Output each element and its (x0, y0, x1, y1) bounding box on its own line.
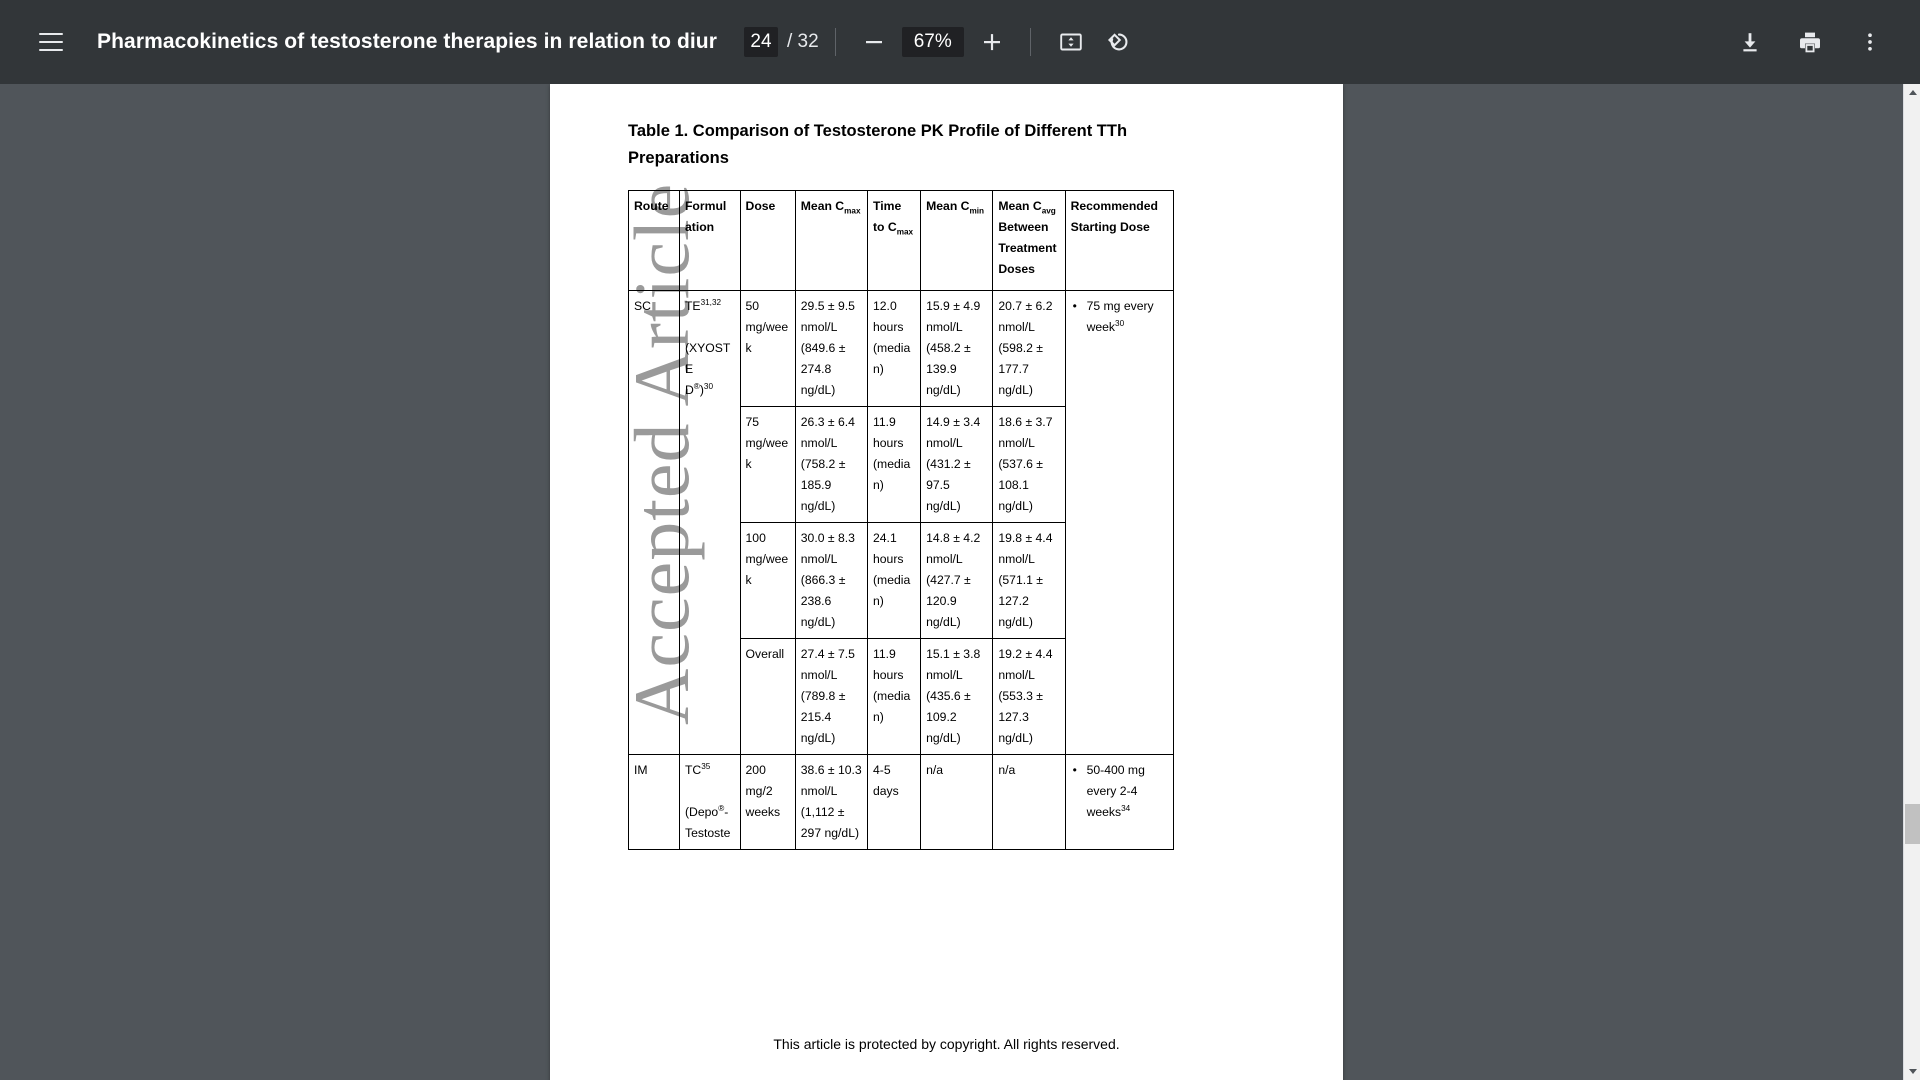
cell-cavg: 20.7 ± 6.2 nmol/L (598.2 ± 177.7 ng/dL) (992, 290, 1066, 408)
print-icon (1800, 32, 1820, 53)
document-title: Pharmacokinetics of testosterone therapi… (97, 30, 717, 53)
fit-to-page-button[interactable] (1047, 18, 1095, 66)
column-header-mean-cavg: Mean Cavg Between Treatment Doses (992, 190, 1066, 292)
cell-dose-overall: Overall (739, 638, 796, 756)
cell-dose: 200 mg/2 weeks (739, 754, 796, 851)
more-options-button[interactable] (1846, 18, 1894, 66)
scrollbar-thumb[interactable] (1905, 804, 1920, 844)
toolbar-divider-2 (1029, 28, 1031, 56)
cell-cmin: 15.1 ± 3.8 nmol/L (435.6 ± 109.2 ng/dL) (920, 638, 994, 756)
column-header-mean-cmin: Mean Cmin (920, 190, 994, 292)
page-navigation: / 32 (744, 27, 819, 57)
column-header-recommended-starting-dose: Recommended Starting Dose (1064, 190, 1175, 292)
cell-tmax: 4-5 days (866, 754, 922, 851)
hamburger-lines (39, 32, 63, 52)
cell-cavg: n/a (992, 754, 1066, 851)
pk-comparison-table: Route Formul ation Dose Mean Cmax Time t… (628, 190, 1175, 851)
cell-dose: 100 mg/week (739, 522, 796, 640)
vertical-scrollbar[interactable] (1903, 84, 1920, 1080)
pdf-page: Accepted Article Table 1. Comparison of … (550, 84, 1343, 1080)
zoom-controls (852, 20, 1014, 64)
cell-cmax: 26.3 ± 6.4 nmol/L (758.2 ± 185.9 ng/dL) (794, 406, 869, 524)
print-button[interactable] (1786, 18, 1834, 66)
fit-to-page-icon (1059, 33, 1082, 51)
table-header-row: Route Formul ation Dose Mean Cmax Time t… (628, 190, 1175, 292)
list-item: 50-400 mg every 2-4 weeks34 (1071, 760, 1168, 823)
download-icon (1743, 33, 1757, 52)
cell-route-sc: SC (628, 290, 680, 756)
cell-cmin: 14.8 ± 4.2 nmol/L (427.7 ± 120.9 ng/dL) (920, 522, 994, 640)
zoom-in-button[interactable] (970, 20, 1014, 64)
cell-cmax: 30.0 ± 8.3 nmol/L (866.3 ± 238.6 ng/dL) (794, 522, 869, 640)
pdf-toolbar: Pharmacokinetics of testosterone therapi… (0, 0, 1920, 84)
cell-formulation-te: TE31,32 (XYOSTE D®)30 (678, 290, 741, 756)
cell-route-im: IM (628, 754, 680, 851)
page-number-input[interactable] (744, 27, 778, 57)
scroll-up-arrow-icon[interactable] (1904, 84, 1920, 101)
cell-cmin: n/a (920, 754, 994, 851)
cell-dose: 75 mg/week (739, 406, 796, 524)
page-total-label: / 32 (787, 31, 819, 52)
column-header-formulation: Formul ation (678, 190, 741, 292)
cell-tmax: 12.0 hours (median) (866, 290, 922, 408)
cell-tmax: 24.1 hours (median) (866, 522, 922, 640)
zoom-out-button[interactable] (852, 20, 896, 64)
cell-cavg: 19.8 ± 4.4 nmol/L (571.1 ± 127.2 ng/dL) (992, 522, 1066, 640)
hamburger-menu-icon[interactable] (27, 18, 75, 66)
table-row: IM TC35 (Depo®- Testoste 200 mg/2 weeks … (628, 754, 1175, 851)
column-header-time-to-cmax: Time to Cmax (866, 190, 922, 292)
cell-cmin: 14.9 ± 3.4 nmol/L (431.2 ± 97.5 ng/dL) (920, 406, 994, 524)
more-vertical-icon (1868, 33, 1872, 51)
cell-cmin: 15.9 ± 4.9 nmol/L (458.2 ± 139.9 ng/dL) (920, 290, 994, 408)
toolbar-right-actions (1726, 18, 1894, 66)
recommended-dose-list: 50-400 mg every 2-4 weeks34 (1071, 760, 1168, 823)
table-row: SC TE31,32 (XYOSTE D®)30 50 mg/week 29.5… (628, 290, 1175, 756)
column-header-route: Route (628, 190, 680, 292)
cell-cmax: 29.5 ± 9.5 nmol/L (849.6 ± 274.8 ng/dL) (794, 290, 869, 408)
cell-formulation-tc: TC35 (Depo®- Testoste (678, 754, 741, 851)
rotate-counterclockwise-button[interactable] (1095, 18, 1143, 66)
cell-recommended-dose: 75 mg every week30 (1064, 290, 1175, 756)
plus-icon (983, 34, 1000, 51)
cell-dose: 50 mg/week (739, 290, 796, 408)
recommended-dose-list: 75 mg every week30 (1071, 296, 1168, 338)
cell-cavg: 19.2 ± 4.4 nmol/L (553.3 ± 127.3 ng/dL) (992, 638, 1066, 756)
cell-cmax: 38.6 ± 10.3 nmol/L (1,112 ± 297 ng/dL) (794, 754, 869, 851)
rotate-counterclockwise-icon (1107, 33, 1128, 51)
cell-cmax: 27.4 ± 7.5 nmol/L (789.8 ± 215.4 ng/dL) (794, 638, 869, 756)
scroll-down-arrow-icon[interactable] (1904, 1063, 1920, 1080)
minus-icon (865, 41, 882, 44)
column-header-mean-cmax: Mean Cmax (794, 190, 869, 292)
list-item: 75 mg every week30 (1071, 296, 1168, 338)
zoom-level-input[interactable] (901, 27, 964, 57)
toolbar-divider-1 (834, 28, 836, 56)
download-button[interactable] (1726, 18, 1774, 66)
pdf-viewer-area[interactable]: Accepted Article Table 1. Comparison of … (0, 84, 1920, 1080)
cell-tmax: 11.9 hours (median) (866, 406, 922, 524)
cell-tmax: 11.9 hours (median) (866, 638, 922, 756)
page-footer-copyright: This article is protected by copyright. … (773, 1036, 1120, 1052)
cell-cavg: 18.6 ± 3.7 nmol/L (537.6 ± 108.1 ng/dL) (992, 406, 1066, 524)
cell-recommended-dose: 50-400 mg every 2-4 weeks34 (1064, 754, 1175, 851)
table-caption: Table 1. Comparison of Testosterone PK P… (628, 122, 1128, 168)
column-header-dose: Dose (739, 190, 796, 292)
page-content: Table 1. Comparison of Testosterone PK P… (628, 118, 1298, 851)
